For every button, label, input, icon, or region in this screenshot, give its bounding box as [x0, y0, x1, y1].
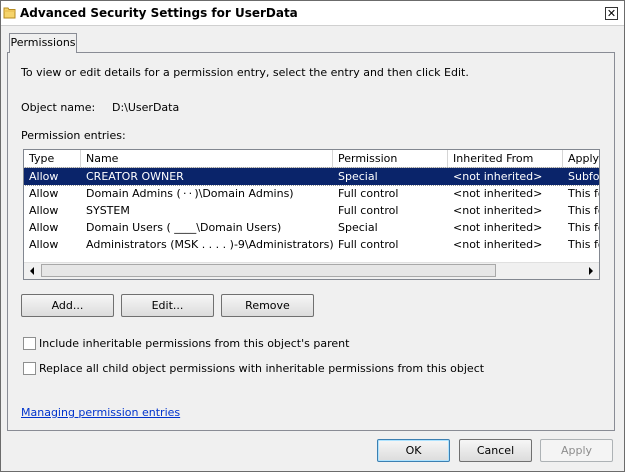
row-type: Allow: [29, 187, 59, 200]
table-row[interactable]: Allow Administrators (MSK . . . . )-9\Ad…: [24, 236, 599, 253]
list-header: Type Name Permission Inherited From Appl…: [24, 150, 599, 168]
cancel-button[interactable]: Cancel: [459, 439, 532, 462]
table-row[interactable]: Allow SYSTEM Full control <not inherited…: [24, 202, 599, 219]
column-header-inherited-from[interactable]: Inherited From: [448, 150, 563, 167]
instructions-text: To view or edit details for a permission…: [21, 66, 469, 79]
row-name: SYSTEM: [86, 204, 130, 217]
include-inheritable-checkbox[interactable]: [23, 337, 36, 350]
scroll-right-button[interactable]: [583, 263, 599, 279]
table-row[interactable]: Allow Domain Admins ( · · )\Domain Admin…: [24, 185, 599, 202]
window-title: Advanced Security Settings for UserData: [20, 6, 298, 20]
permission-entries-list[interactable]: Type Name Permission Inherited From Appl…: [23, 149, 600, 280]
permission-entries-label: Permission entries:: [21, 129, 126, 142]
row-name: CREATOR OWNER: [86, 170, 184, 183]
include-inheritable-label[interactable]: Include inheritable permissions from thi…: [39, 337, 349, 350]
replace-child-permissions-label[interactable]: Replace all child object permissions wit…: [39, 362, 484, 375]
table-row[interactable]: Allow Domain Users ( ____\Domain Users) …: [24, 219, 599, 236]
column-header-type[interactable]: Type: [24, 150, 81, 167]
row-type: Allow: [29, 204, 59, 217]
scroll-left-button[interactable]: [24, 263, 40, 279]
row-inherited-from: <not inherited>: [453, 238, 543, 251]
row-inherited-from: <not inherited>: [453, 204, 543, 217]
row-apply: This fo: [568, 187, 599, 200]
edit-button[interactable]: Edit...: [121, 294, 214, 317]
object-name-value: D:\UserData: [112, 101, 180, 114]
row-apply: This fo: [568, 204, 599, 217]
close-button[interactable]: ✕: [605, 7, 618, 20]
row-apply: Subfol: [568, 170, 600, 183]
row-permission: Full control: [338, 204, 399, 217]
dialog-footer: OK Cancel Apply: [1, 433, 624, 471]
object-name-label: Object name:: [21, 101, 96, 114]
column-header-permission[interactable]: Permission: [333, 150, 448, 167]
apply-button[interactable]: Apply: [540, 439, 613, 462]
row-type: Allow: [29, 170, 59, 183]
row-inherited-from: <not inherited>: [453, 221, 543, 234]
arrow-left-icon: [30, 267, 34, 275]
ok-button[interactable]: OK: [377, 439, 450, 462]
row-name: Administrators (MSK . . . . )-9\Administ…: [86, 238, 333, 251]
row-name: Domain Admins ( · · )\Domain Admins): [86, 187, 294, 200]
managing-permissions-link[interactable]: Managing permission entries: [21, 406, 180, 419]
row-permission: Special: [338, 221, 378, 234]
arrow-right-icon: [589, 267, 593, 275]
row-inherited-from: <not inherited>: [453, 170, 543, 183]
tab-permissions[interactable]: Permissions: [9, 33, 77, 53]
column-header-name[interactable]: Name: [81, 150, 333, 167]
folder-icon: [3, 7, 16, 19]
scrollbar-thumb[interactable]: [41, 264, 496, 277]
row-permission: Full control: [338, 187, 399, 200]
row-type: Allow: [29, 221, 59, 234]
row-apply: This fo: [568, 238, 599, 251]
row-permission: Full control: [338, 238, 399, 251]
row-inherited-from: <not inherited>: [453, 187, 543, 200]
close-icon: ✕: [606, 7, 617, 20]
row-name: Domain Users ( ____\Domain Users): [86, 221, 282, 234]
row-permission: Special: [338, 170, 378, 183]
column-header-apply[interactable]: Apply: [563, 150, 599, 167]
remove-button[interactable]: Remove: [221, 294, 314, 317]
row-apply: This fo: [568, 221, 599, 234]
security-settings-window: Advanced Security Settings for UserData …: [0, 0, 625, 472]
replace-child-permissions-checkbox[interactable]: [23, 362, 36, 375]
title-bar: Advanced Security Settings for UserData …: [1, 1, 624, 26]
add-button[interactable]: Add...: [21, 294, 114, 317]
row-type: Allow: [29, 238, 59, 251]
horizontal-scrollbar[interactable]: [24, 262, 599, 279]
table-row[interactable]: Allow CREATOR OWNER Special <not inherit…: [24, 167, 600, 186]
